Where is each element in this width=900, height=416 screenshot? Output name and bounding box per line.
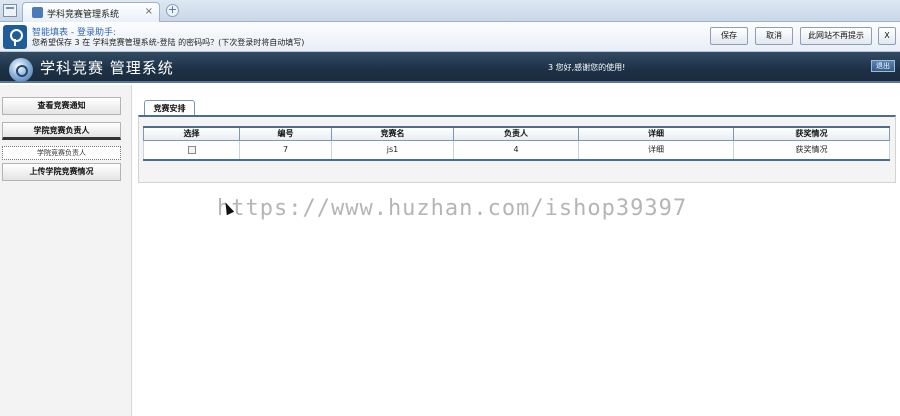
col-detail: 详细: [578, 126, 734, 141]
sidebar-item-leader[interactable]: 学院竞赛负责人: [2, 122, 121, 140]
password-helper-bar: 智能填表 - 登录助手: 您希望保存 3 在 学科竞赛管理系统-登陆 的密码吗？…: [0, 22, 900, 52]
sidebar-item-notices[interactable]: 查看竞赛通知: [2, 97, 121, 115]
award-link[interactable]: 获奖情况: [733, 139, 890, 161]
cancel-button[interactable]: 取消: [755, 27, 793, 45]
logo-icon: [9, 58, 33, 82]
save-button[interactable]: 保存: [710, 27, 748, 45]
app-title: 学科竞赛 管理系统: [40, 59, 174, 77]
leader-cell: 4: [453, 139, 579, 161]
col-select: 选择: [143, 126, 240, 141]
row-checkbox[interactable]: [187, 145, 196, 154]
helper-message: 您希望保存 3 在 学科竞赛管理系统-登陆 的密码吗？(下次登录时将自动填写): [32, 38, 305, 47]
id-cell: 7: [239, 139, 332, 161]
favicon-icon: [32, 7, 43, 18]
sidebar-item-upload[interactable]: 上传学院竞赛情况: [2, 163, 121, 181]
col-award: 获奖情况: [733, 126, 890, 141]
select-cell: [143, 139, 240, 161]
col-id: 编号: [239, 126, 332, 141]
browser-tab[interactable]: 学科竞赛管理系统 ×: [22, 2, 160, 22]
watermark: https://www.huzhan.com/ishop39397: [217, 196, 688, 221]
close-icon[interactable]: ×: [145, 6, 153, 17]
name-cell: js1: [331, 139, 454, 161]
tab-title: 学科竞赛管理系统: [47, 10, 120, 20]
logout-button[interactable]: 退出: [871, 60, 895, 72]
sidebar-subitem-leader[interactable]: 学院竞赛负责人: [2, 146, 121, 160]
col-leader: 负责人: [453, 126, 579, 141]
table-header-row: 选择 编号 竞赛名 负责人 详细 获奖情况: [143, 126, 890, 141]
app-header: 学科竞赛 管理系统 3 您好,感谢您的使用! 退出: [0, 52, 900, 83]
table-row: 7 js1 4 详细 获奖情况: [143, 139, 890, 161]
key-icon: [3, 25, 27, 49]
new-tab-icon[interactable]: +: [166, 4, 179, 17]
window-icon[interactable]: [3, 4, 17, 17]
detail-link[interactable]: 详细: [578, 139, 734, 161]
sidebar: 查看竞赛通知 学院竞赛负责人 学院竞赛负责人 上传学院竞赛情况: [0, 85, 132, 416]
welcome-text: 3 您好,感谢您的使用!: [548, 63, 626, 72]
never-remind-button[interactable]: 此网站不再提示: [800, 27, 872, 45]
browser-tab-strip: 学科竞赛管理系统 × +: [0, 0, 900, 22]
close-helper-button[interactable]: X: [878, 27, 896, 45]
competition-table: 选择 编号 竞赛名 负责人 详细 获奖情况 7 js1 4 详细 获奖情况: [143, 126, 890, 161]
col-name: 竞赛名: [331, 126, 454, 141]
main-content: 竞赛安排 选择 编号 竞赛名 负责人 详细 获奖情况 7 js1 4 详细 获奖…: [133, 85, 900, 416]
